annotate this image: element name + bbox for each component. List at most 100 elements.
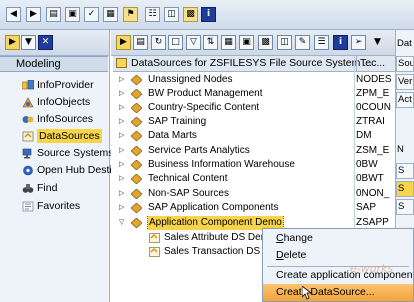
checkmark-icon[interactable]: ✓ [84, 7, 99, 22]
tree-row[interactable]: ▷ SAP Training ZTRAI [113, 115, 395, 129]
tree-row-label: Business Information Warehouse [148, 159, 295, 170]
tree-row-code: SAP [356, 202, 377, 213]
modeling-header[interactable]: Modeling [0, 56, 108, 72]
folder-icon[interactable]: ▦ [221, 35, 236, 50]
nav-label: InfoObjects [37, 96, 91, 108]
tree-row-label: Data Marts [148, 130, 197, 141]
tree-row-label: Unassigned Nodes [148, 74, 233, 85]
nav-item-favorites[interactable]: Favorites [0, 198, 108, 215]
more-icon[interactable]: ▼ [370, 35, 385, 50]
menu-item-change[interactable]: Change [263, 230, 413, 247]
tree-row[interactable]: ▷ Service Parts Analytics ZSM_E [113, 144, 395, 158]
nav-item-datasources[interactable]: DataSources [0, 128, 108, 145]
info-icon[interactable]: i [201, 7, 216, 22]
tree-row[interactable]: ▷ BW Product Management ZPM_E [113, 87, 395, 101]
right-field[interactable]: S [396, 163, 414, 179]
app-component-icon [131, 75, 142, 85]
tree-row[interactable]: ▷ Non-SAP Sources 0NON_ [113, 187, 395, 201]
nav-label: Favorites [37, 200, 81, 212]
tree-row-code: 0COUN [356, 102, 392, 113]
tree-row-code: 0BW [356, 159, 378, 170]
collapse-icon[interactable]: ▶ [5, 35, 20, 50]
tree-header: DataSources for ZSFILESYS File Source Sy… [113, 56, 395, 72]
nav-item-find[interactable]: Find [0, 180, 108, 197]
menu-label: hange [283, 232, 313, 244]
table-icon[interactable]: ▩ [183, 7, 198, 22]
sort-icon[interactable]: ⇅ [203, 35, 218, 50]
app-component-icon [131, 218, 142, 228]
forward-icon[interactable]: ▶ [26, 7, 41, 22]
menu-item-create-datasource[interactable]: Create DataSource... [263, 284, 413, 301]
datasource-icon [149, 247, 160, 257]
collapse-arrow-icon[interactable]: ▽ [119, 216, 127, 230]
right-field[interactable]: Sou [396, 56, 414, 72]
tree-row-code: ZTRAI [356, 116, 385, 127]
tree-toolbar: ▶ ▤ ↻ □ ▽ ⇅ ▦ ▣ ▩ ◫ ✎ ☰ i ➢ ▼ [111, 30, 395, 56]
edit-icon[interactable]: ✎ [295, 35, 310, 50]
back-icon[interactable]: ◀ [6, 7, 21, 22]
tree-row[interactable]: ▷ Technical Content 0BWT [113, 172, 395, 186]
document-icon[interactable]: □ [168, 35, 183, 50]
print-icon[interactable]: ◫ [277, 35, 292, 50]
pin-icon[interactable]: ➢ [351, 35, 366, 50]
tree-header-col2[interactable]: Tec... [356, 56, 385, 71]
tree-row[interactable]: ▷ SAP Application Components SAP [113, 201, 395, 215]
hierarchy-icon[interactable]: ☷ [145, 7, 160, 22]
expand-arrow-icon[interactable]: ▷ [119, 129, 127, 143]
expand-arrow-icon[interactable]: ▷ [119, 158, 127, 172]
window-icon[interactable]: ▣ [65, 7, 80, 22]
nav-item-infoobjects[interactable]: InfoObjects [0, 94, 108, 111]
tree-row[interactable]: ▷ Country-Specific Content 0COUN [113, 101, 395, 115]
tree-row[interactable]: ▷ Business Information Warehouse 0BW [113, 158, 395, 172]
tree-row-code: ZSM_E [356, 145, 390, 156]
tree-row-label: SAP Training [148, 116, 207, 127]
layout-icon[interactable]: ▤ [46, 7, 61, 22]
source-systems-icon [22, 148, 32, 159]
nav-label: Open Hub Destin [37, 164, 118, 176]
tree-row[interactable]: ▷ Data Marts DM [113, 129, 395, 143]
app-component-icon [131, 189, 142, 199]
display-icon[interactable]: ▣ [239, 35, 254, 50]
right-field[interactable]: S [396, 181, 414, 197]
right-field[interactable]: Act [396, 92, 414, 108]
expand-icon[interactable]: ▼ [21, 35, 36, 50]
menu-label: elete [283, 249, 307, 261]
page-icon[interactable]: ▤ [133, 35, 148, 50]
tree-row[interactable]: ▷ Unassigned Nodes NODES [113, 73, 395, 87]
info-icon[interactable]: i [333, 35, 348, 50]
nav-item-infosources[interactable]: InfoSources [0, 111, 108, 128]
nav-item-infoprovider[interactable]: InfoProvider [0, 77, 108, 94]
list-icon[interactable]: ☰ [314, 35, 329, 50]
expand-arrow-icon[interactable]: ▷ [119, 115, 127, 129]
binoculars-icon [22, 184, 34, 193]
close-panel-icon[interactable]: ✕ [38, 35, 53, 50]
tape-icon[interactable]: ◫ [164, 7, 179, 22]
expand-arrow-icon[interactable]: ▷ [119, 73, 127, 87]
tree-row-code: 0NON_ [356, 188, 390, 199]
favorites-icon [22, 201, 34, 212]
infosources-icon [22, 116, 34, 123]
right-field[interactable]: S [396, 199, 414, 215]
expand-arrow-icon[interactable]: ▷ [119, 101, 127, 115]
mouse-cursor-icon [302, 286, 312, 300]
app-component-icon [131, 89, 142, 99]
expand-arrow-icon[interactable]: ▷ [119, 87, 127, 101]
nav-item-source-systems[interactable]: Source Systems [0, 145, 113, 162]
filter-icon[interactable]: ▽ [186, 35, 201, 50]
expand-arrow-icon[interactable]: ▷ [119, 187, 127, 201]
structure-icon[interactable]: ▦ [103, 7, 118, 22]
flag-icon[interactable]: ⚑ [123, 7, 138, 22]
expand-arrow-icon[interactable]: ▷ [119, 201, 127, 215]
tree-row-label: Service Parts Analytics [148, 145, 250, 156]
tree-row-label: SAP Application Components [148, 202, 279, 213]
nav-item-open-hub[interactable]: Open Hub Destin [0, 162, 118, 179]
grid-icon[interactable]: ▩ [258, 35, 273, 50]
nav-label: Find [37, 182, 58, 194]
refresh-icon[interactable]: ↻ [151, 35, 166, 50]
right-field[interactable]: Ver [396, 74, 414, 90]
expand-arrow-icon[interactable]: ▷ [119, 172, 127, 186]
infoprovider-icon [22, 80, 34, 90]
expand-arrow-icon[interactable]: ▷ [119, 144, 127, 158]
collapse-tree-icon[interactable]: ▶ [116, 35, 131, 50]
tree-header-title[interactable]: DataSources for ZSFILESYS File Source Sy… [131, 56, 372, 71]
